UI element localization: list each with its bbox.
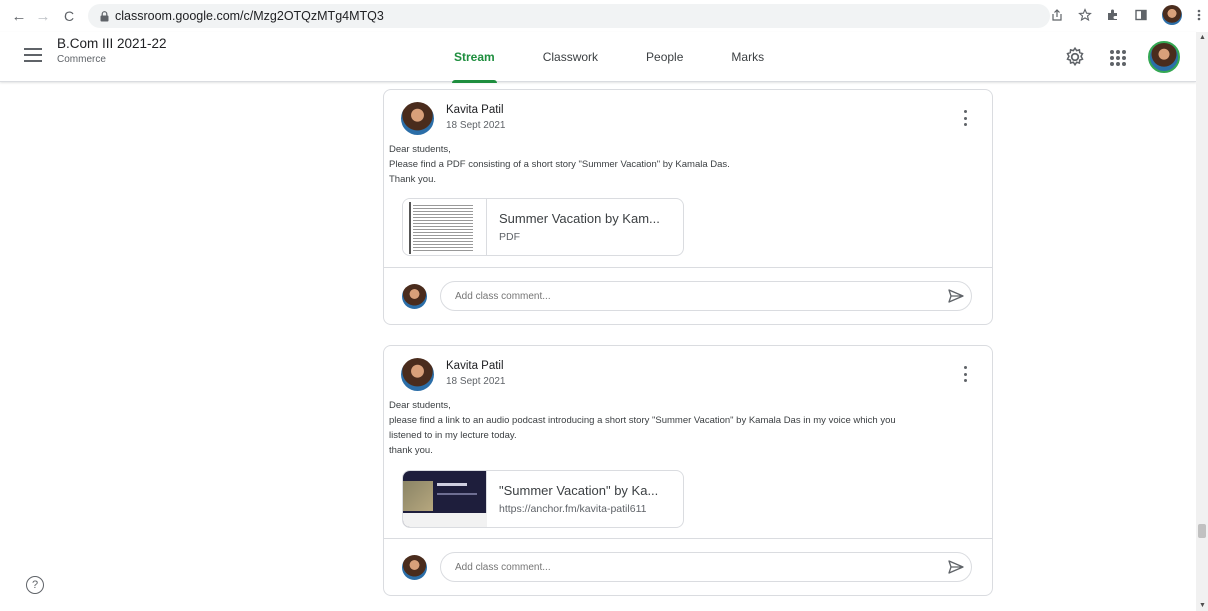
scroll-down-icon[interactable]: ▼ — [1199, 602, 1206, 609]
reload-icon: C — [63, 8, 75, 24]
account-avatar[interactable] — [1148, 41, 1180, 73]
post-line: Dear students, — [389, 400, 451, 411]
lock-icon — [100, 10, 109, 21]
commenter-avatar — [402, 284, 427, 309]
post-body: Dear students, Please find a PDF consist… — [389, 142, 969, 187]
post-author: Kavita Patil — [446, 104, 504, 116]
scroll-thumb[interactable] — [1198, 524, 1206, 538]
author-avatar — [401, 358, 434, 391]
extensions-icon[interactable] — [1106, 8, 1120, 22]
post-line: Dear students, — [389, 144, 451, 155]
class-title[interactable]: B.Com III 2021-22 — [57, 36, 167, 51]
post-body: Dear students, please find a link to an … — [389, 398, 969, 458]
url-text: classroom.google.com/c/Mzg2OTQzMTg4MTQ3 — [115, 9, 384, 23]
back-button[interactable]: ← — [8, 5, 30, 27]
send-icon[interactable] — [947, 558, 965, 576]
author-avatar — [401, 102, 434, 135]
help-icon[interactable]: ? — [26, 576, 44, 594]
back-arrow-icon: ← — [11, 7, 27, 25]
post-line: please find a link to an audio podcast i… — [389, 415, 896, 426]
attachment-type: PDF — [499, 231, 520, 243]
post-date: 18 Sept 2021 — [446, 376, 506, 387]
tab-stream[interactable]: Stream — [430, 32, 519, 83]
post-line: thank you. — [389, 445, 433, 456]
gear-icon[interactable] — [1064, 46, 1086, 68]
class-comment-input[interactable] — [440, 552, 972, 582]
stream-post: Kavita Patil 18 Sept 2021 Dear students,… — [383, 345, 993, 596]
post-date: 18 Sept 2021 — [446, 120, 506, 131]
attachment-card[interactable]: "Summer Vacation" by Ka... https://ancho… — [402, 470, 684, 528]
podcast-thumbnail — [403, 471, 487, 527]
class-subtitle: Commerce — [57, 54, 106, 65]
hamburger-menu-icon[interactable] — [24, 48, 42, 62]
tab-classwork[interactable]: Classwork — [519, 32, 622, 82]
tab-marks[interactable]: Marks — [707, 32, 788, 82]
post-line: Thank you. — [389, 174, 436, 185]
attachment-link: https://anchor.fm/kavita-patil611 — [499, 503, 647, 515]
comment-row — [384, 267, 992, 325]
attachment-title: "Summer Vacation" by Ka... — [499, 483, 659, 498]
post-line: listened to in my lecture today. — [389, 430, 517, 441]
attachment-card[interactable]: Summer Vacation by Kam... PDF — [402, 198, 684, 256]
more-options-icon[interactable] — [964, 110, 968, 126]
pdf-thumbnail — [403, 199, 487, 255]
address-bar[interactable]: classroom.google.com/c/Mzg2OTQzMTg4MTQ3 — [88, 4, 1050, 28]
send-icon[interactable] — [947, 287, 965, 305]
attachment-title: Summer Vacation by Kam... — [499, 211, 660, 226]
scroll-up-icon[interactable]: ▲ — [1199, 34, 1206, 41]
class-comment-input[interactable] — [440, 281, 972, 311]
profile-avatar[interactable] — [1162, 5, 1182, 25]
forward-arrow-icon: → — [35, 7, 51, 25]
scrollbar[interactable]: ▲ ▼ — [1196, 32, 1208, 611]
apps-grid-icon[interactable] — [1106, 46, 1128, 68]
comment-row — [384, 538, 992, 596]
share-icon[interactable] — [1050, 8, 1064, 22]
menu-icon[interactable] — [1196, 8, 1202, 22]
tab-people[interactable]: People — [622, 32, 707, 82]
star-icon[interactable] — [1078, 8, 1092, 22]
reload-button[interactable]: C — [58, 5, 80, 27]
post-line: Please find a PDF consisting of a short … — [389, 159, 730, 170]
tab-bar: Stream Classwork People Marks — [430, 32, 788, 83]
more-options-icon[interactable] — [964, 366, 968, 382]
post-author: Kavita Patil — [446, 360, 504, 372]
browser-toolbar: ← → C classroom.google.com/c/Mzg2OTQzMTg… — [0, 0, 1208, 32]
sidepanel-icon[interactable] — [1134, 8, 1148, 22]
stream-post: Kavita Patil 18 Sept 2021 Dear students,… — [383, 89, 993, 325]
forward-button[interactable]: → — [32, 5, 54, 27]
commenter-avatar — [402, 555, 427, 580]
app-header: B.Com III 2021-22 Commerce Stream Classw… — [0, 32, 1196, 83]
